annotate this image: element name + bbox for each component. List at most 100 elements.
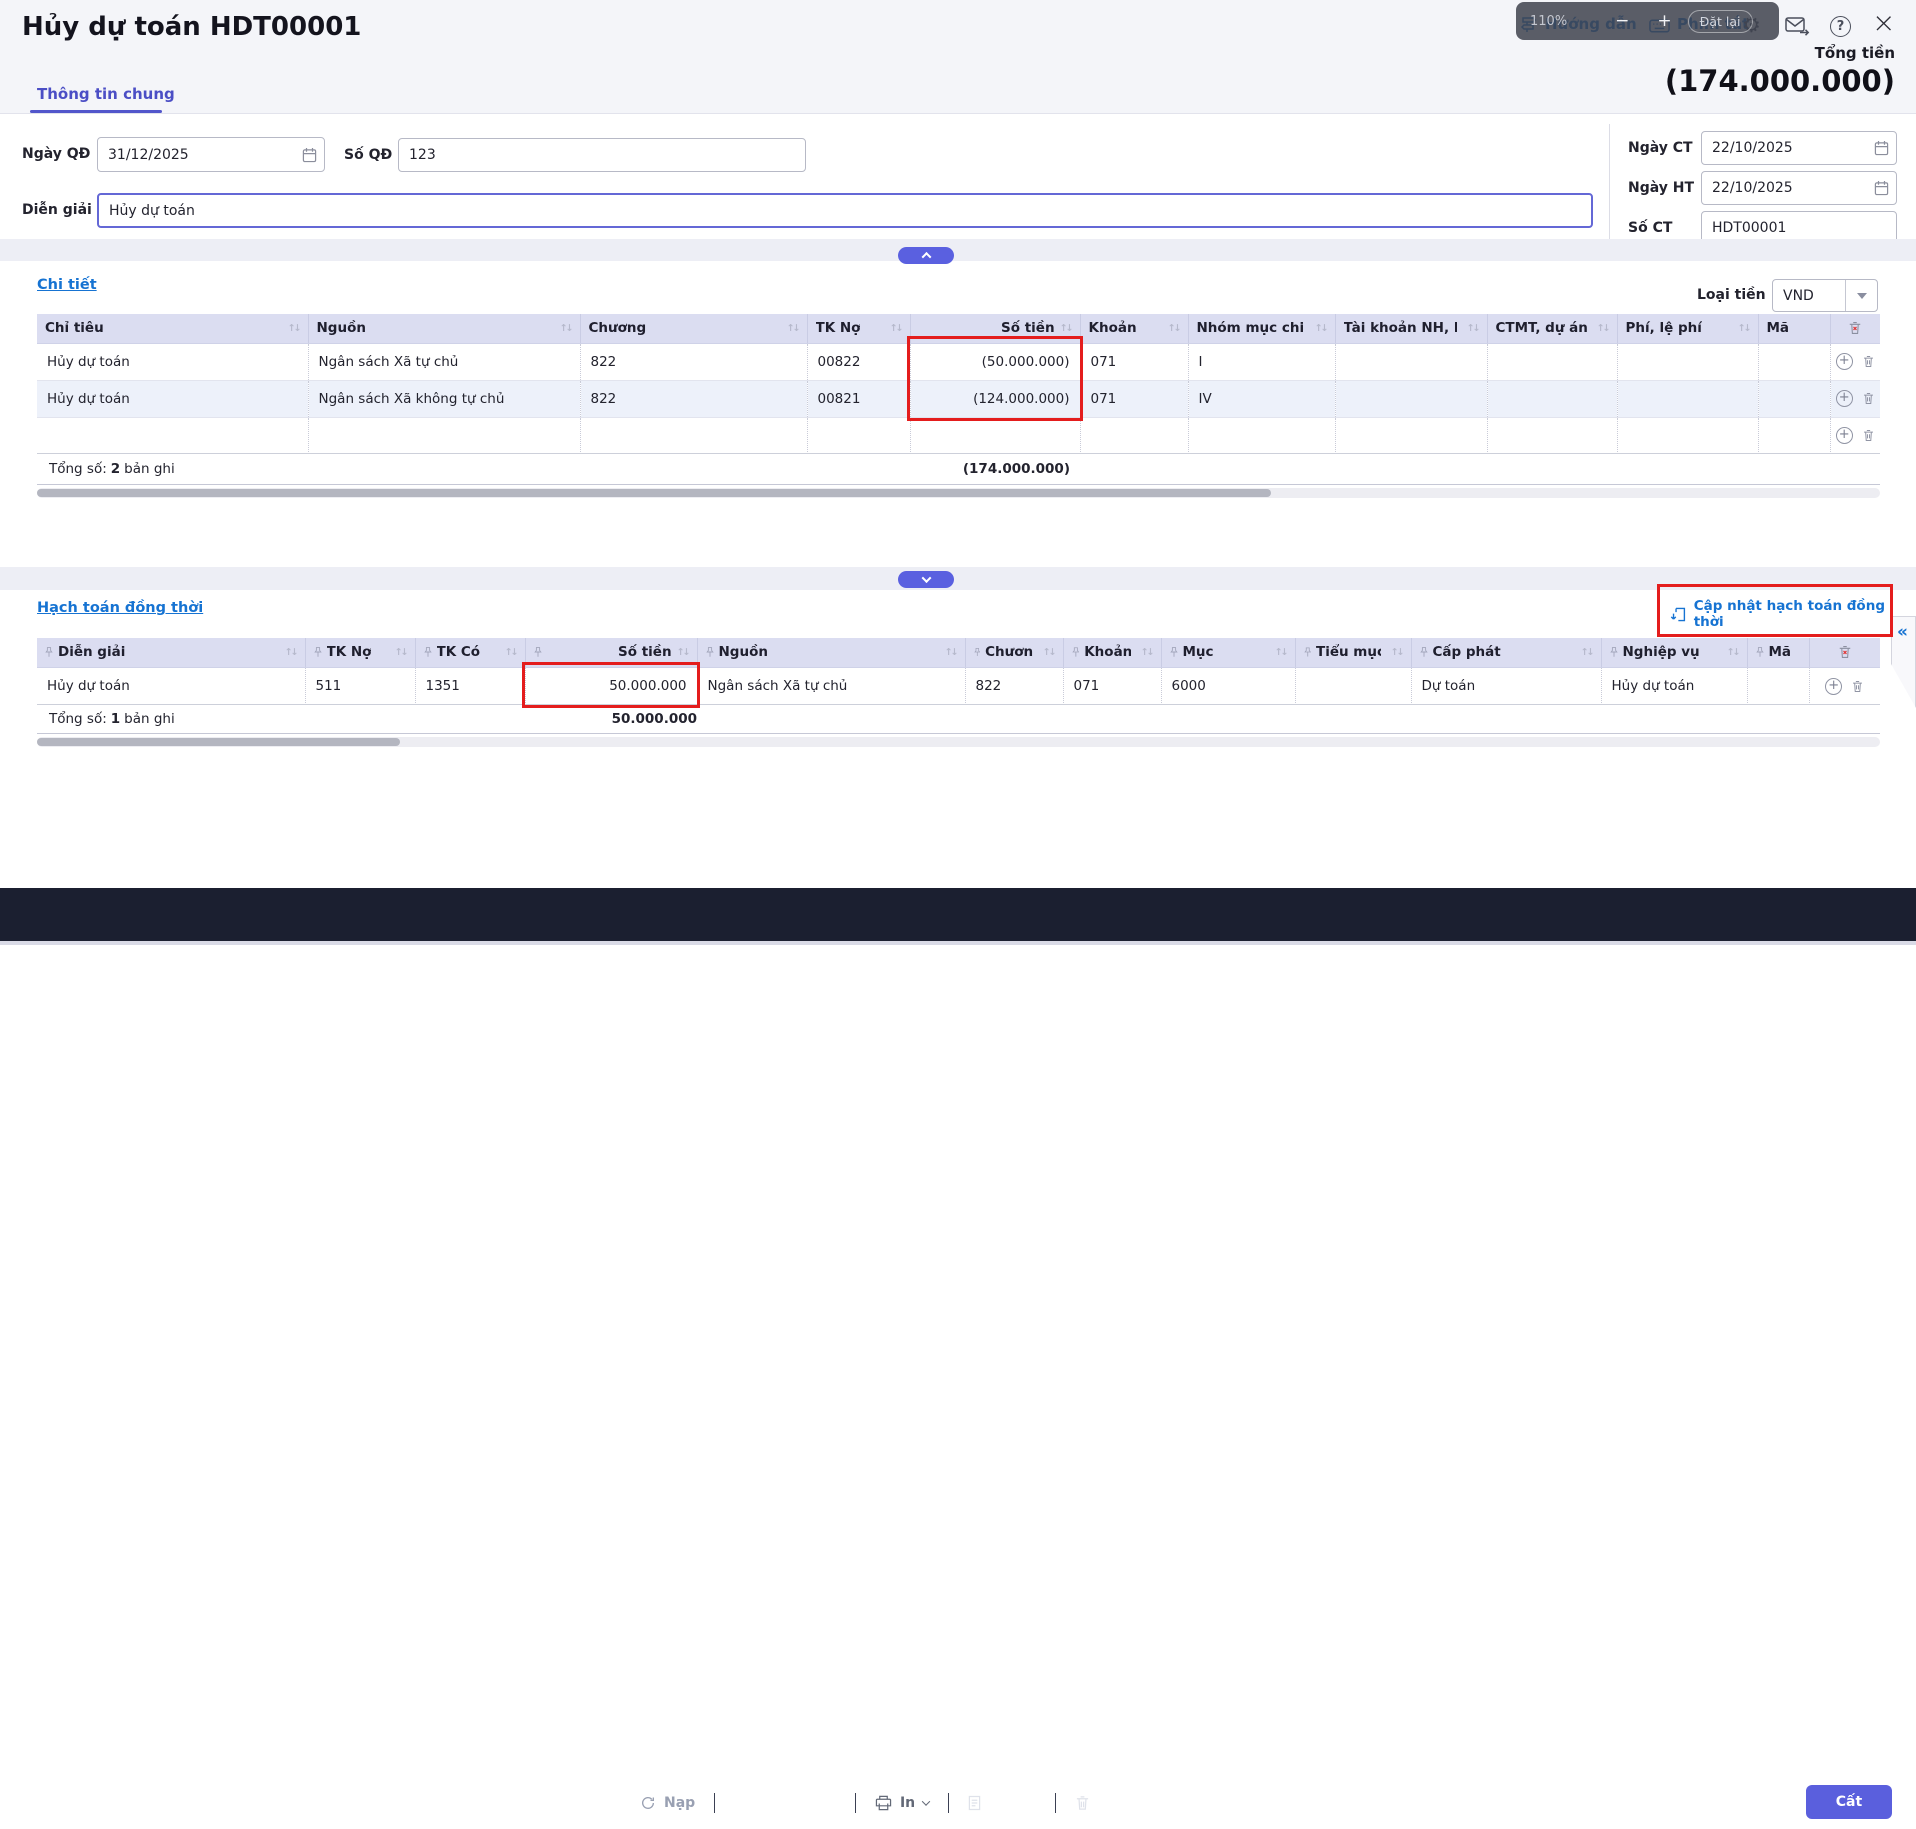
pin-icon[interactable] [1420,646,1428,658]
zoom-in-button[interactable]: + [1657,13,1671,30]
pin-icon[interactable] [45,646,53,658]
description-input[interactable] [97,193,1593,228]
pin-icon[interactable] [1304,646,1311,658]
pin-icon[interactable] [1170,646,1178,658]
decision-date-input[interactable] [97,137,325,172]
col-chuong[interactable]: Chương↑↓ [580,314,807,343]
add-row-icon[interactable]: + [1836,390,1853,407]
sort-icon[interactable]: ↑↓ [1391,647,1403,658]
sort-icon[interactable]: ↑↓ [1738,323,1750,334]
sort-icon[interactable]: ↑↓ [1168,323,1180,334]
col-tieu-muc[interactable]: Tiểu mục↑↓ [1295,638,1411,667]
pin-icon[interactable] [1072,646,1080,658]
sort-icon[interactable]: ↑↓ [288,323,300,334]
sort-icon[interactable]: ↑↓ [1275,647,1287,658]
detail-section-link[interactable]: Chi tiết [37,277,97,293]
sort-icon[interactable]: ↑↓ [560,323,572,334]
save-button[interactable]: Cất [1806,1785,1892,1819]
print-button[interactable]: In [875,1795,929,1811]
col-ma[interactable]: Mã [1747,638,1809,667]
pin-icon[interactable] [1610,646,1618,658]
col-khoan[interactable]: Khoản↑↓ [1080,314,1188,343]
calendar-icon[interactable] [302,147,317,163]
col-ctmt-du-an[interactable]: CTMT, dự án↑↓ [1487,314,1617,343]
document-date-input[interactable] [1701,131,1897,165]
col-nhom-muc-chi[interactable]: Nhóm mục chi↑↓ [1188,314,1335,343]
add-row-icon[interactable]: + [1825,678,1842,695]
calendar-icon[interactable] [1874,180,1889,196]
sort-icon[interactable]: ↑↓ [1141,647,1153,658]
add-row-icon[interactable]: + [1836,427,1853,444]
col-phi-le-phi[interactable]: Phí, lệ phí↑↓ [1617,314,1758,343]
tab-general-info[interactable]: Thông tin chung [37,85,175,103]
pin-icon[interactable] [314,646,322,658]
delete-all-icon[interactable] [1838,645,1852,659]
collapse-form-button[interactable] [898,247,954,264]
col-dien-giai[interactable]: Diễn giải↑↓ [37,638,305,667]
col-chi-tieu[interactable]: Chỉ tiêu↑↓ [37,314,308,343]
close-button[interactable]: Đóng [33,1785,95,1819]
pin-icon[interactable] [534,646,542,658]
sort-icon[interactable]: ↑↓ [395,647,407,658]
delete-row-icon[interactable] [1862,391,1875,406]
delete-row-icon[interactable] [1862,354,1875,369]
pin-icon[interactable] [974,646,981,658]
col-tai-khoan-nh-kb[interactable]: Tài khoản NH, KB↑↓ [1335,314,1487,343]
zoom-reset-button[interactable]: Đặt lại [1688,10,1753,33]
col-so-tien[interactable]: Số tiền↑↓ [525,638,697,667]
help-icon[interactable]: ? [1830,16,1851,37]
simultaneous-h-scrollbar[interactable] [37,737,1880,747]
sort-icon[interactable]: ↑↓ [285,647,297,658]
sort-icon[interactable]: ↑↓ [1043,647,1055,658]
h-scrollbar-thumb[interactable] [37,738,400,746]
sort-icon[interactable]: ↑↓ [787,323,799,334]
zoom-out-button[interactable]: − [1615,13,1629,30]
sort-icon[interactable]: ↑↓ [890,323,902,334]
approve-button[interactable]: Duyệt [968,1795,1036,1811]
pin-icon[interactable] [706,646,714,658]
h-scrollbar-thumb[interactable] [37,489,1271,497]
simultaneous-section-link[interactable]: Hạch toán đồng thời [37,600,203,616]
sort-icon[interactable]: ↑↓ [505,647,517,658]
sort-icon[interactable]: ↑↓ [677,647,689,658]
col-so-tien[interactable]: Số tiền↑↓ [910,314,1080,343]
sort-icon[interactable]: ↑↓ [1060,323,1072,334]
add-row-icon[interactable]: + [1836,353,1853,370]
sort-icon[interactable]: ↑↓ [1581,647,1593,658]
col-khoan[interactable]: Khoản↑↓ [1063,638,1161,667]
detail-h-scrollbar[interactable] [37,488,1880,498]
calendar-icon[interactable] [1874,140,1889,156]
utilities-button[interactable]: ⋯ Tiện ích [734,1794,836,1812]
postpone-button[interactable]: Hoãn [1683,1785,1788,1819]
expand-section-button[interactable] [898,571,954,588]
currency-select[interactable]: VND [1772,279,1878,312]
col-muc[interactable]: Mục↑↓ [1161,638,1295,667]
update-simultaneous-button[interactable]: Cập nhật hạch toán đồng thời [1670,598,1916,630]
col-ma[interactable]: Mã [1758,314,1830,343]
decision-number-input[interactable] [398,138,806,172]
col-actions[interactable] [1830,314,1880,343]
sort-icon[interactable]: ↑↓ [1597,323,1609,334]
col-tk-no[interactable]: TK Nợ↑↓ [305,638,415,667]
delete-row-icon[interactable] [1862,428,1875,443]
sort-icon[interactable]: ↑↓ [1727,647,1739,658]
sort-icon[interactable]: ↑↓ [1315,323,1327,334]
feedback-mail-icon[interactable] [1785,17,1810,36]
posting-date-input[interactable] [1701,171,1897,205]
pin-icon[interactable] [1756,646,1764,658]
col-tk-co[interactable]: TK Có↑↓ [415,638,525,667]
col-cap-phat[interactable]: Cấp phát↑↓ [1411,638,1601,667]
col-chuong[interactable]: Chương↑↓ [965,638,1063,667]
col-nguon[interactable]: Nguồn↑↓ [697,638,965,667]
delete-all-icon[interactable] [1848,321,1862,335]
close-icon[interactable]: × [1872,6,1895,39]
delete-button[interactable]: Xóa [1075,1795,1128,1811]
col-nghiep-vu[interactable]: Nghiệp vụ↑↓ [1601,638,1747,667]
col-actions[interactable] [1809,638,1880,667]
reload-button[interactable]: Nạp [640,1795,695,1811]
pin-icon[interactable] [424,646,432,658]
col-tk-no[interactable]: TK Nợ↑↓ [807,314,910,343]
col-nguon[interactable]: Nguồn↑↓ [308,314,580,343]
delete-row-icon[interactable] [1851,679,1864,694]
sort-icon[interactable]: ↑↓ [945,647,957,658]
